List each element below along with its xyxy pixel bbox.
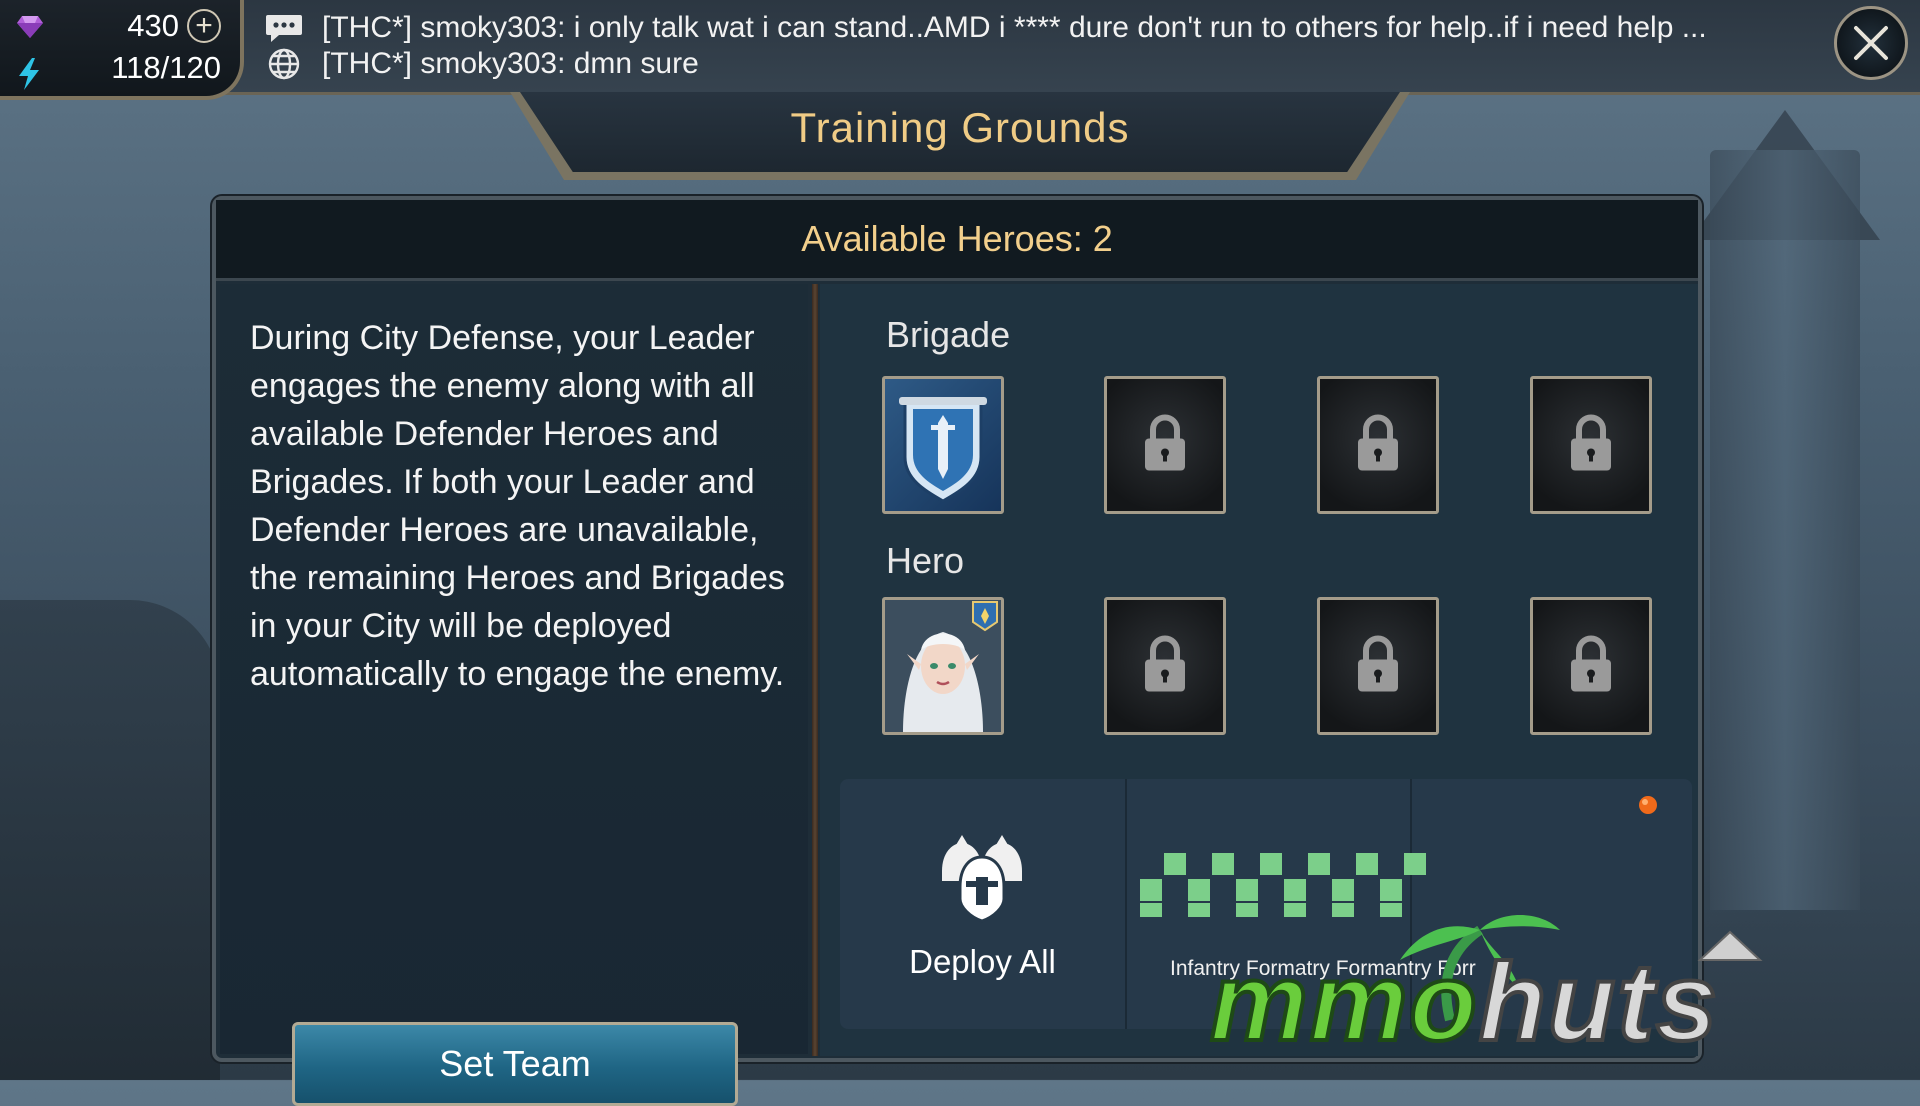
energy-counter: 118/120 — [16, 50, 221, 90]
chat-message[interactable]: [THC*] smoky303: i only talk wat i can s… — [262, 10, 1822, 46]
close-button[interactable] — [1834, 6, 1908, 80]
lock-icon — [1355, 634, 1401, 699]
close-icon — [1854, 26, 1888, 60]
gem-icon — [16, 15, 43, 38]
brigade-label: Brigade — [886, 314, 1011, 355]
hero-label: Hero — [886, 540, 965, 581]
lock-icon — [1142, 634, 1188, 699]
deploy-all-button[interactable]: Deploy All — [840, 779, 1125, 1029]
deploy-all-label: Deploy All — [909, 943, 1056, 980]
hero-portrait — [885, 600, 1001, 732]
lock-icon — [1568, 413, 1614, 478]
set-team-button[interactable]: Set Team — [292, 1022, 738, 1106]
hero-slot-4[interactable] — [1530, 597, 1652, 735]
top-bar: [THC*] smoky303: i only talk wat i can s… — [0, 0, 1920, 95]
resource-panel: 430 + 118/120 — [0, 0, 244, 100]
lightning-icon — [16, 57, 42, 90]
gem-count: 430 — [127, 8, 179, 43]
sword-banner-icon — [899, 397, 987, 503]
background-building — [0, 600, 220, 1080]
window-title: Training Grounds — [790, 104, 1130, 151]
globe-icon — [262, 47, 306, 81]
background-tower — [1710, 150, 1860, 910]
brigade-slot-1[interactable] — [882, 376, 1004, 514]
column-divider — [812, 284, 818, 1056]
chat-message[interactable]: [THC*] smoky303: dmn sure — [262, 46, 1822, 82]
hero-slot-2[interactable] — [1104, 597, 1226, 735]
add-gems-button[interactable]: + — [187, 9, 221, 43]
available-heroes-header: Available Heroes: 2 — [216, 200, 1698, 281]
hero-slot-3[interactable] — [1317, 597, 1439, 735]
brigade-slot-4[interactable] — [1530, 376, 1652, 514]
hero-slot-1[interactable] — [882, 597, 1004, 735]
brigade-slot-3[interactable] — [1317, 376, 1439, 514]
chat-message-text: [THC*] smoky303: dmn sure — [322, 47, 699, 80]
separator — [1125, 779, 1127, 1029]
watermark-logo: mmohuts — [1200, 900, 1900, 1066]
lock-icon — [1142, 413, 1188, 478]
watermark-text: mmohuts — [1210, 941, 1719, 1060]
energy-count: 118/120 — [111, 50, 221, 85]
lock-icon — [1355, 413, 1401, 478]
chat-message-text: [THC*] smoky303: i only talk wat i can s… — [322, 11, 1707, 44]
helmets-icon — [942, 835, 1022, 923]
description-column: During City Defense, your Leader engages… — [220, 284, 808, 1106]
chat-feed[interactable]: [THC*] smoky303: i only talk wat i can s… — [262, 10, 1822, 82]
gem-counter: 430 + — [16, 8, 221, 44]
defense-description: During City Defense, your Leader engages… — [250, 319, 785, 693]
chat-bubble-icon — [262, 13, 306, 43]
brigade-slot-2[interactable] — [1104, 376, 1226, 514]
lock-icon — [1568, 634, 1614, 699]
notification-dot-icon — [1639, 796, 1657, 814]
